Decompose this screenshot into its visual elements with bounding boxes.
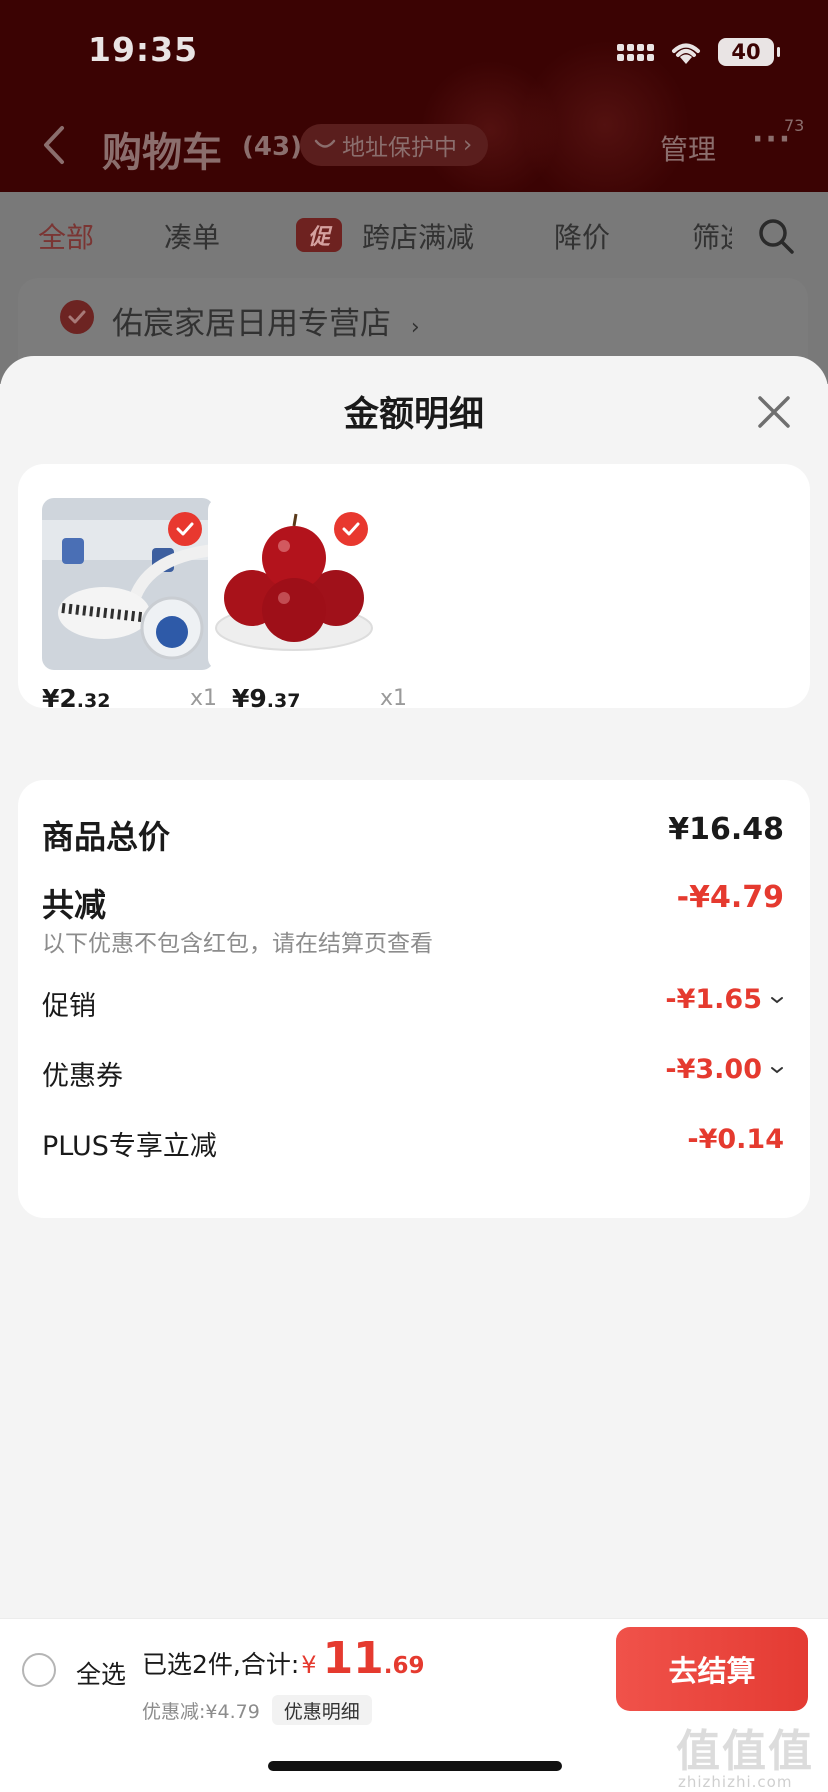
page-title: 购物车 <box>102 130 222 176</box>
watermark-sub: zhizhizhi.com <box>678 1773 793 1791</box>
sheet-title: 金额明细 <box>343 395 484 435</box>
selected-summary: 已选2件,合计: ¥ 11 .69 <box>142 1633 425 1684</box>
wifi-icon <box>672 43 700 64</box>
select-all-label[interactable]: 全选 <box>76 1655 126 1691</box>
total-price-value: ¥16.48 <box>668 812 784 847</box>
total-amount-decimal: .69 <box>383 1653 425 1679</box>
total-reduce-value: -¥4.79 <box>676 880 784 915</box>
goods-item[interactable]: ¥9.37 x1 <box>208 498 407 718</box>
plus-discount-label: PLUS专享立减 <box>42 1131 217 1162</box>
coupon-value: -¥3.00 <box>665 1054 762 1085</box>
tab-all[interactable]: 全部 <box>38 216 94 256</box>
select-all-radio[interactable] <box>22 1653 56 1687</box>
watermark-main: 值值值 <box>676 1726 814 1777</box>
checkout-button[interactable]: 去结算 <box>616 1627 808 1711</box>
price-decimal: .32 <box>76 690 111 712</box>
filter-bar: 全部 凑单 促 跨店满减 降价 筛选 <box>0 192 828 274</box>
cart-header: 19:35 40 购物车 (43) 地址保护中 › 管理 ··· 73 <box>0 0 828 192</box>
price-summary-card: 商品总价 ¥16.48 共减 -¥4.79 以下优惠不包含红包，请在结算页查看 … <box>18 780 810 1218</box>
tab-filter[interactable]: 筛选 <box>692 216 732 256</box>
amount-detail-sheet: 金额明细 ¥2.32 x1 ¥9.37 x1 商品总价 ¥16.48 共减 -¥… <box>0 356 828 1618</box>
coupon-label: 优惠券 <box>42 1061 123 1092</box>
price-integer: ¥2 <box>42 684 77 713</box>
cellular-signal-icon <box>617 43 654 61</box>
address-protect-pill[interactable]: 地址保护中 › <box>300 124 489 166</box>
promo-tag: 促 <box>296 218 342 252</box>
address-protect-label: 地址保护中 <box>342 135 457 161</box>
goods-quantity: x1 <box>380 686 408 711</box>
chevron-down-icon <box>771 1066 783 1073</box>
battery-icon: 40 <box>718 38 780 66</box>
manage-button[interactable]: 管理 <box>660 128 716 168</box>
promotion-row[interactable]: -¥1.65 <box>665 984 784 1015</box>
discount-summary: 优惠减:¥4.79 优惠明细 <box>142 1695 372 1725</box>
price-integer: ¥9 <box>232 684 267 713</box>
plus-discount-value: -¥0.14 <box>687 1124 784 1155</box>
total-price-label: 商品总价 <box>42 818 171 856</box>
watermark-logo: 值值值 zhizhizhi.com <box>672 1715 828 1792</box>
checkout-bar: 全选 已选2件,合计: ¥ 11 .69 优惠减:¥4.79 优惠明细 去结算 … <box>0 1618 828 1792</box>
cart-count: (43) <box>242 132 302 162</box>
status-time: 19:35 <box>88 30 199 69</box>
status-icons: 40 <box>617 38 780 66</box>
total-amount-integer: 11 <box>322 1633 384 1684</box>
message-badge: 73 <box>784 116 805 135</box>
store-check-icon[interactable] <box>60 300 94 334</box>
total-reduce-label: 共减 <box>42 886 107 924</box>
selected-count-text: 已选2件,合计: <box>142 1650 300 1679</box>
tab-price-drop[interactable]: 降价 <box>554 216 610 256</box>
tab-bundle[interactable]: 凑单 <box>164 216 220 256</box>
checked-icon[interactable] <box>168 512 202 546</box>
smile-icon <box>314 139 336 148</box>
goods-price: ¥9.37 <box>232 684 300 713</box>
discount-detail-button[interactable]: 优惠明细 <box>271 1695 372 1725</box>
tab-cross-store[interactable]: 跨店满减 <box>362 216 474 256</box>
search-icon[interactable] <box>756 216 796 256</box>
checked-icon[interactable] <box>334 512 368 546</box>
promotion-label: 促销 <box>42 991 96 1022</box>
selected-goods-card: ¥2.32 x1 ¥9.37 x1 <box>18 464 810 713</box>
nav-bar: 购物车 (43) 地址保护中 › 管理 ··· 73 <box>0 112 828 182</box>
promotion-value: -¥1.65 <box>665 984 762 1015</box>
goods-item[interactable]: ¥2.32 x1 <box>18 498 217 718</box>
chevron-right-icon: › <box>410 315 420 340</box>
goods-price: ¥2.32 <box>42 684 110 713</box>
chevron-down-icon <box>771 996 783 1003</box>
coupon-row[interactable]: -¥3.00 <box>665 1054 784 1085</box>
back-arrow-icon[interactable] <box>38 122 68 168</box>
price-decimal: .37 <box>266 690 301 712</box>
close-icon[interactable] <box>754 392 794 432</box>
store-name[interactable]: 佑宸家居日用专营店 › <box>112 298 420 343</box>
currency-symbol: ¥ <box>301 1651 317 1679</box>
chevron-right-icon: › <box>463 132 473 158</box>
reduce-note: 以下优惠不包含红包，请在结算页查看 <box>42 931 433 957</box>
store-name-label: 佑宸家居日用专营店 <box>112 306 391 342</box>
home-indicator[interactable] <box>268 1761 562 1771</box>
discount-text: 优惠减:¥4.79 <box>142 1700 260 1723</box>
